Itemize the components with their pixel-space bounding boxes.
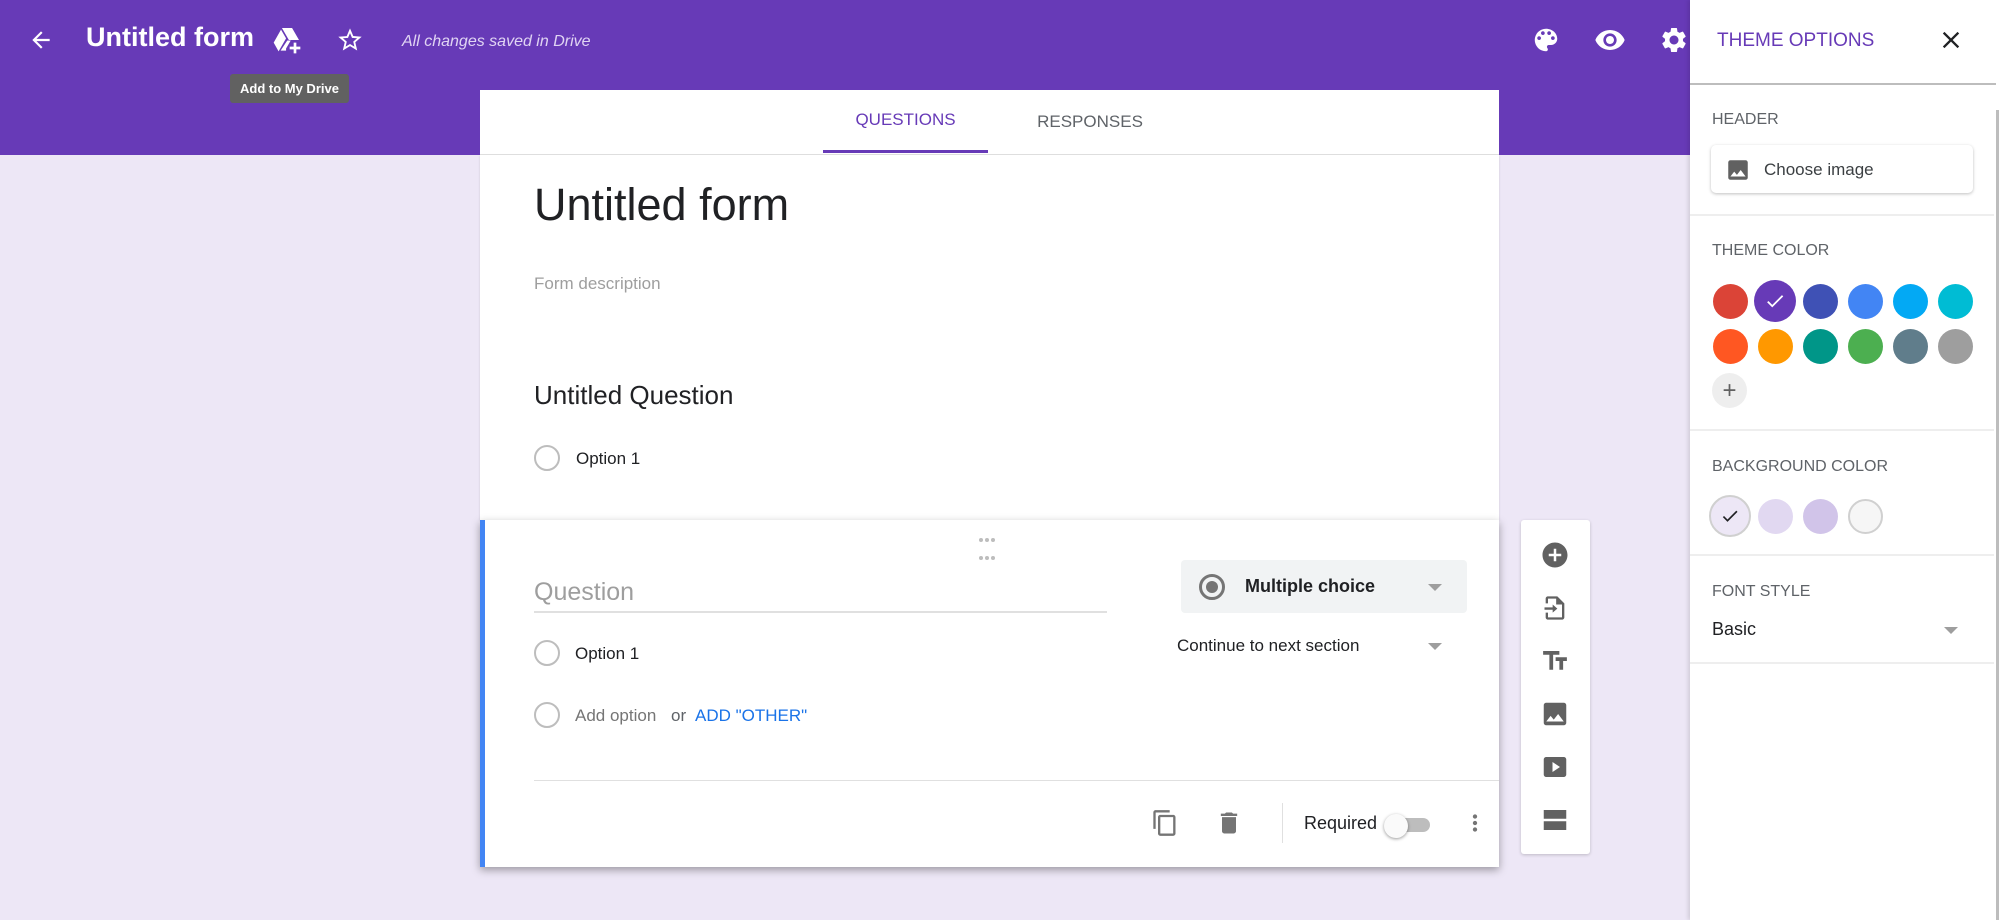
add-section-icon[interactable]: [1535, 800, 1575, 840]
theme-color-swatch[interactable]: [1802, 283, 1838, 319]
delete-trash-icon[interactable]: [1209, 803, 1249, 843]
form-description-input[interactable]: Form description: [534, 274, 661, 294]
radio-icon: [534, 445, 560, 471]
radio-icon: [534, 702, 560, 728]
required-toggle[interactable]: [1384, 814, 1434, 838]
radio-icon: [534, 640, 560, 666]
add-video-icon[interactable]: [1535, 747, 1575, 787]
theme-color-label: THEME COLOR: [1712, 242, 1830, 259]
radio-button-icon: [1199, 574, 1225, 600]
required-label: Required: [1304, 813, 1378, 833]
preview-eye-icon[interactable]: [1590, 20, 1630, 60]
background-color-swatch[interactable]: [1847, 498, 1883, 534]
divider: [1690, 429, 1994, 431]
tab-questions[interactable]: QUESTIONS: [823, 90, 988, 153]
add-question-icon[interactable]: [1535, 535, 1575, 575]
theme-color-swatch[interactable]: [1757, 328, 1793, 364]
option-input[interactable]: Option 1: [575, 644, 639, 664]
form-header-card: Untitled form Form description Untitled …: [480, 155, 1499, 520]
add-other-link[interactable]: ADD "OTHER": [695, 706, 807, 726]
add-to-drive-icon[interactable]: [267, 20, 307, 60]
dropdown-caret-icon: [1944, 627, 1958, 634]
tooltip: Add to My Drive: [230, 74, 349, 103]
divider: [1282, 803, 1283, 843]
form-title[interactable]: Untitled form: [534, 179, 789, 231]
divider: [1690, 554, 1994, 556]
custom-color-plus-icon[interactable]: +: [1712, 373, 1747, 408]
theme-color-swatch[interactable]: [1892, 283, 1928, 319]
background-color-swatch[interactable]: [1757, 498, 1793, 534]
duplicate-icon[interactable]: [1145, 803, 1185, 843]
drag-handle-icon[interactable]: [978, 530, 996, 566]
panel-header: THEME OPTIONS: [1690, 0, 1996, 85]
navigation-label: Continue to next section: [1177, 636, 1360, 655]
or-text: or: [671, 706, 687, 725]
close-icon[interactable]: [1931, 20, 1971, 60]
font-style-value: Basic: [1712, 619, 1757, 639]
background-color-swatch[interactable]: [1802, 498, 1838, 534]
image-icon: [1725, 157, 1751, 188]
theme-color-swatch[interactable]: [1754, 280, 1796, 322]
section-navigation-dropdown[interactable]: Continue to next section: [1177, 632, 1467, 662]
form-name[interactable]: Untitled form: [86, 22, 254, 53]
back-arrow-icon[interactable]: [21, 20, 61, 60]
theme-options-panel: THEME OPTIONS HEADER Choose image THEME …: [1690, 0, 1999, 920]
save-status: All changes saved in Drive: [402, 33, 591, 50]
import-questions-icon[interactable]: [1535, 588, 1575, 628]
theme-color-swatch[interactable]: [1712, 283, 1748, 319]
star-icon[interactable]: [330, 20, 370, 60]
theme-color-swatch[interactable]: [1892, 328, 1928, 364]
divider: [1690, 662, 1994, 664]
active-question-card: Question Multiple choice Option 1 Contin…: [480, 520, 1499, 867]
background-color-swatch[interactable]: [1709, 495, 1751, 537]
choose-image-button[interactable]: Choose image: [1711, 145, 1973, 193]
dropdown-caret-icon: [1428, 643, 1442, 650]
question-title[interactable]: Untitled Question: [534, 380, 733, 411]
background-color-label: BACKGROUND COLOR: [1712, 458, 1889, 475]
theme-color-swatch[interactable]: [1847, 283, 1883, 319]
theme-color-swatch[interactable]: [1937, 283, 1973, 319]
add-image-icon[interactable]: [1535, 694, 1575, 734]
theme-color-swatch[interactable]: [1847, 328, 1883, 364]
divider: [534, 780, 1499, 781]
choose-image-label: Choose image: [1764, 160, 1874, 179]
theme-color-swatch[interactable]: [1802, 328, 1838, 364]
add-title-text-icon[interactable]: [1535, 641, 1575, 681]
question-type-dropdown[interactable]: Multiple choice: [1181, 560, 1467, 613]
font-style-dropdown[interactable]: Basic: [1712, 615, 1967, 645]
tab-responses[interactable]: RESPONSES: [1005, 90, 1175, 154]
question-type-label: Multiple choice: [1245, 576, 1376, 596]
question-title-input[interactable]: Question: [534, 575, 1107, 613]
option-label: Option 1: [576, 449, 641, 468]
font-style-label: FONT STYLE: [1712, 583, 1811, 600]
theme-color-swatch[interactable]: [1712, 328, 1748, 364]
palette-icon[interactable]: [1526, 20, 1566, 60]
theme-color-swatch[interactable]: [1937, 328, 1973, 364]
tabs-bar: QUESTIONS RESPONSES: [480, 90, 1499, 155]
question-toolbar: [1521, 520, 1590, 854]
more-options-icon[interactable]: [1455, 803, 1495, 843]
divider: [1690, 214, 1994, 216]
header-section-label: HEADER: [1712, 111, 1779, 128]
dropdown-caret-icon: [1428, 584, 1442, 591]
panel-title: THEME OPTIONS: [1717, 30, 1875, 51]
gear-icon[interactable]: [1654, 20, 1694, 60]
add-option-input[interactable]: Add option: [575, 706, 656, 726]
